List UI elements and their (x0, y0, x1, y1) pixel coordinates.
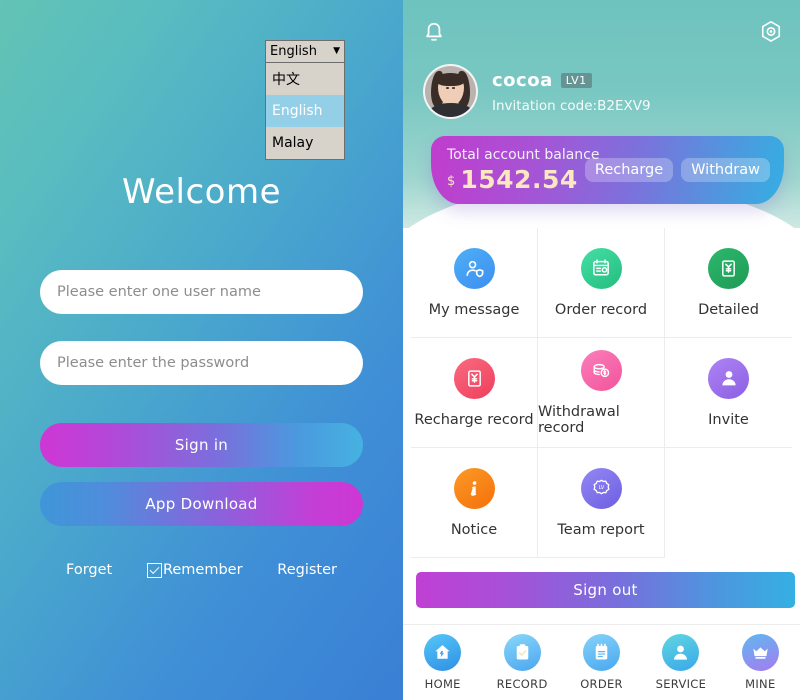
menu-label: Recharge record (414, 411, 534, 428)
nav-item-home[interactable]: HOME (403, 634, 482, 691)
currency-symbol: $ (447, 174, 456, 189)
register-link[interactable]: Register (277, 562, 337, 578)
menu-label: Withdrawal record (538, 403, 620, 436)
menu-item-team-report[interactable]: LV Team report (538, 448, 665, 558)
forget-link[interactable]: Forget (66, 562, 112, 578)
app-download-button[interactable]: App Download (40, 482, 363, 526)
language-selected-value: English (270, 44, 317, 59)
menu-item-recharge-record[interactable]: Recharge record (411, 338, 538, 448)
gear-icon[interactable] (758, 19, 784, 45)
menu-label: Order record (554, 301, 648, 318)
withdraw-button[interactable]: Withdraw (681, 158, 770, 182)
home-icon (424, 634, 462, 671)
bell-icon[interactable] (421, 20, 447, 46)
order-list-icon (580, 247, 622, 289)
money-stack-icon (580, 349, 622, 391)
crown-icon (741, 634, 779, 671)
user-shield-icon (453, 247, 495, 289)
nav-item-order[interactable]: ORDER (562, 634, 641, 691)
menu-cell-empty (665, 448, 792, 558)
balance-card: Total account balance $ 1542.54 Recharge… (431, 136, 784, 204)
language-options-list[interactable]: 中文 English Malay (265, 63, 345, 160)
menu-item-order-record[interactable]: Order record (538, 228, 665, 338)
nav-label: MINE (745, 677, 776, 691)
account-menu-grid: My message Order record Detailed Recharg… (411, 228, 792, 558)
language-selector[interactable]: English ▼ 中文 English Malay (265, 40, 345, 160)
language-select-box[interactable]: English ▼ (265, 40, 345, 63)
avatar[interactable] (423, 64, 478, 119)
username-row: cocoa LV1 (492, 70, 651, 91)
chevron-down-icon: ▼ (333, 46, 340, 56)
username-input[interactable] (40, 270, 363, 314)
nav-label: ORDER (580, 677, 623, 691)
login-panel: English ▼ 中文 English Malay Welcome Sign … (0, 0, 403, 700)
user-info: cocoa LV1 Invitation code:B2EXV9 (492, 70, 651, 114)
balance-value: 1542.54 (460, 165, 578, 194)
language-option-english[interactable]: English (266, 95, 344, 127)
account-panel: cocoa LV1 Invitation code:B2EXV9 Total a… (403, 0, 800, 700)
info-icon (453, 467, 495, 509)
language-option-malay[interactable]: Malay (266, 127, 344, 159)
sign-out-button[interactable]: Sign out (416, 572, 795, 608)
menu-label: Invite (708, 411, 749, 428)
nav-item-record[interactable]: RECORD (482, 634, 561, 691)
menu-item-withdrawal-record[interactable]: Withdrawal record (538, 338, 665, 448)
username-text: cocoa (492, 69, 553, 91)
menu-item-my-message[interactable]: My message (411, 228, 538, 338)
invite-person-icon (708, 357, 749, 399)
sign-in-button[interactable]: Sign in (40, 423, 363, 467)
language-option-chinese[interactable]: 中文 (266, 63, 344, 95)
svg-text:LV: LV (598, 485, 604, 491)
bottom-navigation: HOME RECORD ORDER SERVICE MINE (403, 624, 800, 700)
nav-label: RECORD (496, 677, 548, 691)
recharge-button[interactable]: Recharge (584, 158, 674, 182)
nav-label: SERVICE (655, 677, 707, 691)
team-level-icon: LV (580, 467, 622, 509)
password-input[interactable] (40, 341, 363, 385)
invitation-code-text: Invitation code:B2EXV9 (492, 97, 651, 114)
menu-item-notice[interactable]: Notice (411, 448, 538, 558)
balance-actions: Recharge Withdraw (584, 158, 770, 182)
clipboard-icon (503, 634, 541, 671)
level-badge: LV1 (560, 72, 592, 88)
menu-item-detailed[interactable]: Detailed (665, 228, 792, 338)
person-icon (662, 634, 700, 671)
nav-label: HOME (424, 677, 461, 691)
menu-label: Detailed (698, 301, 759, 318)
notes-icon (583, 634, 621, 671)
menu-label: Team report (557, 521, 645, 538)
menu-label: Notice (450, 521, 498, 538)
detail-yen-icon (708, 247, 749, 289)
page-title: Welcome (121, 172, 282, 212)
login-links-row: Forget Remember Register (40, 562, 363, 578)
user-profile: cocoa LV1 Invitation code:B2EXV9 (423, 64, 651, 119)
red-envelope-icon (453, 357, 495, 399)
nav-item-service[interactable]: SERVICE (641, 634, 720, 691)
remember-checkbox[interactable] (146, 562, 162, 578)
remember-label: Remember (162, 562, 243, 578)
menu-item-invite[interactable]: Invite (665, 338, 792, 448)
nav-item-mine[interactable]: MINE (721, 634, 800, 691)
remember-group[interactable]: Remember (146, 562, 243, 578)
menu-label: My message (428, 301, 520, 318)
